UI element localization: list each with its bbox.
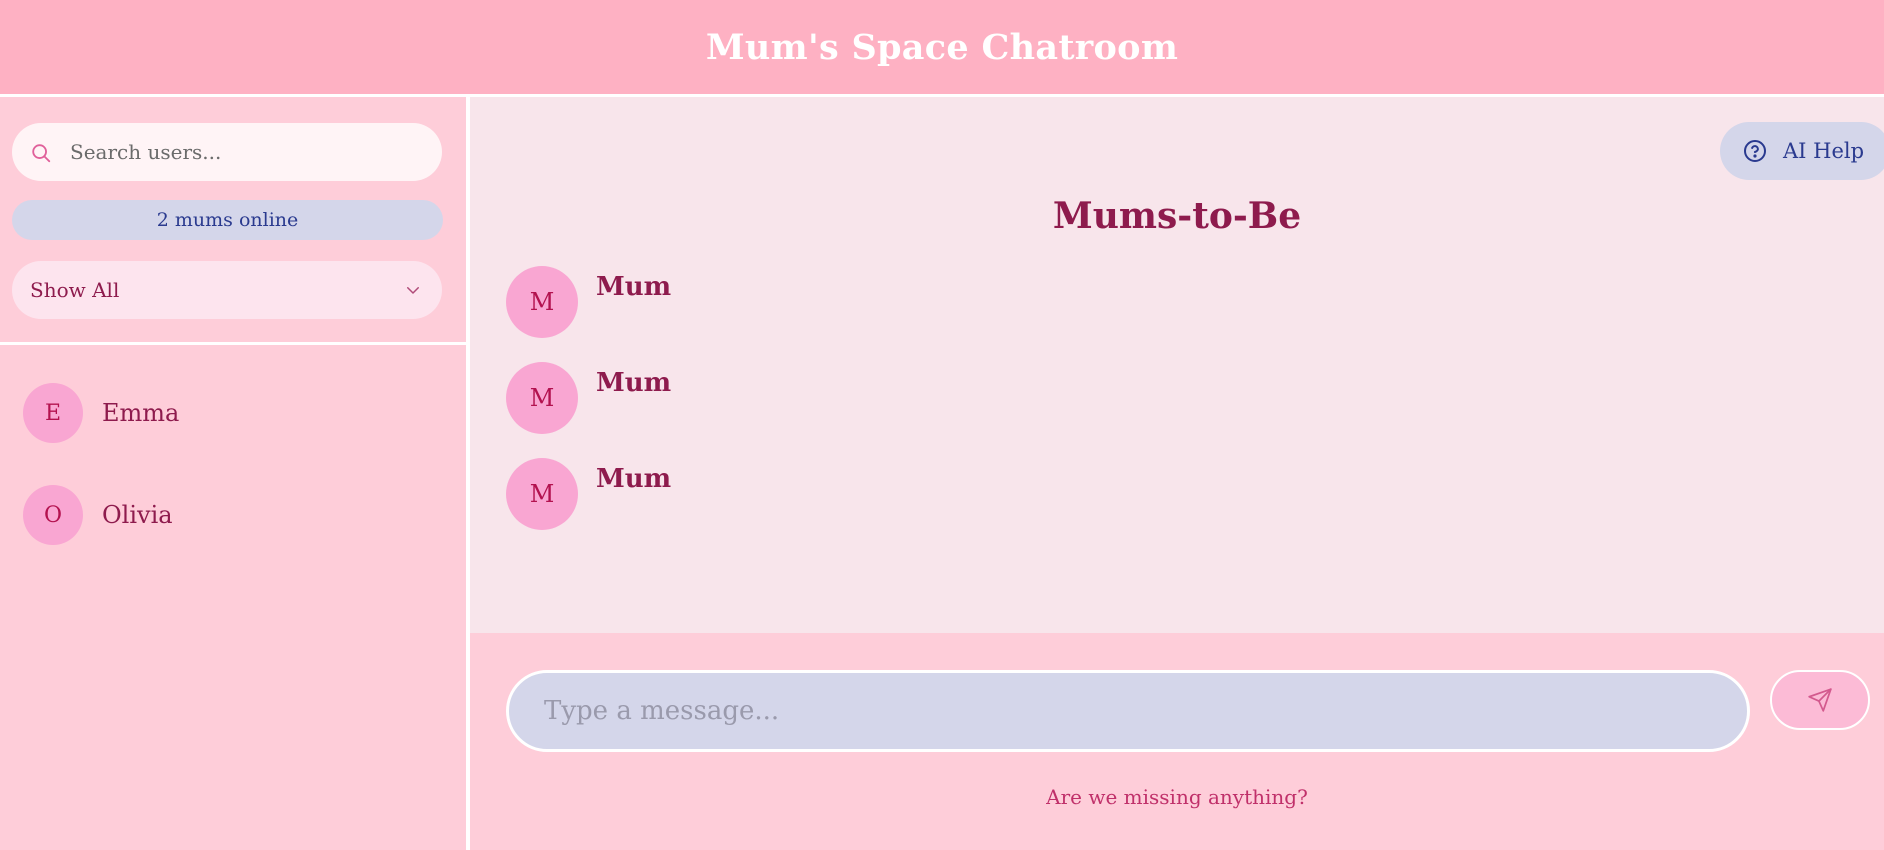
user-list-item-olivia[interactable]: O Olivia	[23, 485, 173, 545]
app-header: Mum's Space Chatroom	[0, 0, 1884, 94]
send-button[interactable]	[1770, 670, 1870, 730]
feedback-link[interactable]: Are we missing anything?	[470, 785, 1884, 809]
message-input[interactable]	[506, 670, 1750, 752]
chat-message: M Mum	[506, 458, 671, 530]
user-name: Olivia	[102, 501, 173, 529]
message-author: Mum	[596, 368, 672, 398]
message-author: Mum	[596, 464, 672, 494]
app-title: Mum's Space Chatroom	[705, 26, 1179, 68]
chat-message: M Mum	[506, 362, 671, 434]
user-list-item-emma[interactable]: E Emma	[23, 383, 179, 443]
message-author: Mum	[596, 272, 672, 302]
room-title: Mums-to-Be	[1052, 195, 1302, 237]
avatar: E	[23, 383, 83, 443]
avatar: M	[506, 458, 578, 530]
sidebar-divider	[0, 342, 466, 345]
search-icon	[32, 144, 51, 163]
message-composer: Are we missing anything?	[470, 633, 1884, 850]
ai-help-button[interactable]: AI Help	[1720, 122, 1884, 180]
avatar: M	[506, 266, 578, 338]
search-box[interactable]	[12, 123, 442, 181]
ai-help-label: AI Help	[1783, 139, 1865, 163]
avatar: O	[23, 485, 83, 545]
search-input[interactable]	[70, 123, 430, 181]
sidebar: 2 mums online Show All E Emma O Olivia	[0, 97, 466, 850]
avatar: M	[506, 362, 578, 434]
chat-message: M Mum	[506, 266, 671, 338]
online-count-badge: 2 mums online	[12, 200, 443, 240]
chat-area: AI Help Mums-to-Be M Mum M Mum M Mum	[470, 97, 1884, 633]
filter-selected-value: Show All	[30, 278, 120, 302]
user-name: Emma	[102, 399, 180, 427]
send-icon	[1808, 688, 1832, 712]
help-circle-icon	[1744, 140, 1766, 162]
user-filter-select[interactable]: Show All	[12, 261, 442, 319]
chevron-down-icon	[407, 287, 419, 294]
